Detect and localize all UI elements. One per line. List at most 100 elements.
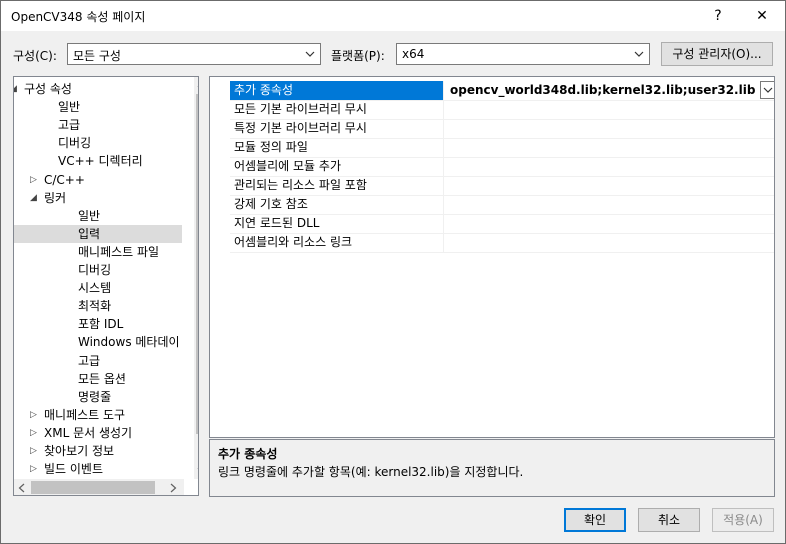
window-title: OpenCV348 속성 페이지: [11, 10, 146, 24]
property-row[interactable]: 어셈블리에 모듈 추가: [230, 157, 774, 177]
ok-button[interactable]: 확인: [564, 508, 626, 532]
tree-vertical-thumb[interactable]: [196, 94, 198, 434]
scroll-left-icon[interactable]: [17, 483, 27, 493]
property-value[interactable]: [446, 138, 756, 157]
tree-item[interactable]: 디버깅: [14, 134, 182, 152]
expand-icon[interactable]: ▷: [30, 424, 40, 442]
tree-item[interactable]: 시스템: [14, 279, 182, 297]
property-row[interactable]: 관리되는 리소스 파일 포함: [230, 176, 774, 196]
tree-item[interactable]: ▷ 빌드 이벤트: [14, 460, 182, 478]
property-value[interactable]: [446, 119, 756, 138]
expand-icon[interactable]: ▷: [30, 460, 40, 478]
tree-item[interactable]: 고급: [14, 352, 182, 370]
tree-item-label: 명령줄: [78, 389, 112, 404]
value-dropdown-button[interactable]: [760, 81, 774, 99]
platform-value: x64: [402, 47, 425, 61]
property-name: 관리되는 리소스 파일 포함: [230, 176, 444, 195]
config-manager-button[interactable]: 구성 관리자(O)...: [661, 42, 773, 66]
tree-item-label: 입력: [78, 226, 101, 241]
tree-item[interactable]: ▷ C/C++: [14, 171, 182, 189]
scroll-right-icon[interactable]: [168, 483, 178, 493]
property-name: 특정 기본 라이브러리 무시: [230, 119, 444, 138]
property-value[interactable]: [446, 157, 756, 176]
description-title: 추가 종속성: [218, 447, 278, 461]
property-pages-window: OpenCV348 속성 페이지 ? ✕ 구성(C): 모든 구성 플랫폼(P)…: [0, 0, 786, 544]
title-bar: OpenCV348 속성 페이지 ? ✕: [1, 1, 785, 31]
tree-item[interactable]: 모든 옵션: [14, 370, 182, 388]
chevron-down-icon: [305, 51, 315, 57]
chevron-down-icon: [763, 87, 773, 93]
tree-item[interactable]: Windows 메타데이: [14, 333, 182, 351]
tree-item[interactable]: ▷ 매니페스트 도구: [14, 406, 182, 424]
tree-item[interactable]: VC++ 디렉터리: [14, 152, 182, 170]
property-value[interactable]: [446, 195, 756, 214]
property-row[interactable]: 추가 종속성 opencv_world348d.lib;kernel32.lib;…: [230, 81, 774, 101]
property-value[interactable]: [446, 100, 756, 119]
tree-item-label: 고급: [78, 353, 101, 368]
config-value: 모든 구성: [73, 49, 121, 63]
tree-item[interactable]: 일반: [14, 98, 182, 116]
property-row[interactable]: 지연 로드된 DLL: [230, 214, 774, 234]
tree-item-label: 매니페스트 도구: [44, 407, 126, 422]
tree-vertical-scrollbar[interactable]: [194, 77, 199, 479]
expand-icon[interactable]: ▷: [30, 442, 40, 460]
property-row[interactable]: 어셈블리와 리소스 링크: [230, 233, 774, 253]
tree-item-label: 시스템: [78, 281, 112, 296]
scroll-up-icon[interactable]: [197, 80, 199, 90]
tree-item-label: 모든 옵션: [78, 371, 126, 386]
tree-horizontal-thumb[interactable]: [31, 481, 155, 494]
property-name: 모든 기본 라이브러리 무시: [230, 100, 444, 119]
expand-icon[interactable]: ▷: [30, 406, 40, 424]
tree-item[interactable]: 입력: [14, 224, 182, 243]
collapse-icon[interactable]: ◢: [14, 80, 20, 98]
tree-item[interactable]: 포함 IDL: [14, 315, 182, 333]
config-combo[interactable]: 모든 구성: [67, 43, 321, 65]
property-grid[interactable]: 추가 종속성 opencv_world348d.lib;kernel32.lib;…: [209, 76, 775, 438]
tree-item[interactable]: ▷ 찾아보기 정보: [14, 442, 182, 460]
property-name: 어셈블리에 모듈 추가: [230, 157, 444, 176]
platform-combo[interactable]: x64: [396, 43, 650, 65]
description-text: 링크 명령줄에 추가할 항목(예: kernel32.lib)을 지정합니다.: [218, 465, 524, 479]
tree-item-label: 고급: [58, 118, 81, 133]
tree-item-label: 디버깅: [78, 263, 112, 277]
tree-item-label: 빌드 이벤트: [44, 462, 104, 477]
tree-item[interactable]: 명령줄: [14, 388, 182, 406]
tree-item-label: 일반: [58, 100, 81, 115]
property-row[interactable]: 특정 기본 라이브러리 무시: [230, 119, 774, 139]
tree-item-label: 매니페스트 파일: [78, 244, 160, 259]
tree-item-label: 포함 IDL: [78, 317, 124, 332]
property-value[interactable]: opencv_world348d.lib;kernel32.lib;user32…: [446, 81, 756, 100]
chevron-down-icon: [634, 51, 644, 57]
tree-item[interactable]: 일반: [14, 207, 182, 225]
tree-item[interactable]: ◢ 구성 속성: [14, 80, 182, 98]
scroll-down-icon[interactable]: [197, 465, 199, 475]
tree-item[interactable]: 디버깅: [14, 261, 182, 279]
tree-item-label: 구성 속성: [24, 82, 72, 96]
property-row[interactable]: 모든 기본 라이브러리 무시: [230, 100, 774, 120]
help-button[interactable]: ?: [696, 1, 740, 31]
cancel-button[interactable]: 취소: [638, 508, 700, 532]
tree-item-label: 링커: [44, 190, 67, 205]
property-name: 모듈 정의 파일: [230, 138, 444, 157]
expand-icon[interactable]: ▷: [30, 171, 40, 189]
tree-item-label: Windows 메타데이: [78, 335, 180, 350]
apply-button[interactable]: 적용(A): [712, 508, 774, 532]
tree-item[interactable]: 고급: [14, 116, 182, 134]
tree-item[interactable]: 최적화: [14, 297, 182, 315]
tree-item-label: 최적화: [78, 299, 112, 314]
property-value[interactable]: [446, 214, 756, 233]
property-value[interactable]: [446, 233, 756, 252]
description-panel: 추가 종속성 링크 명령줄에 추가할 항목(예: kernel32.lib)을 …: [209, 439, 775, 497]
property-value[interactable]: [446, 176, 756, 195]
close-button[interactable]: ✕: [740, 1, 784, 31]
collapse-icon[interactable]: ◢: [30, 189, 40, 207]
property-tree[interactable]: ◢구성 속성일반고급디버깅VC++ 디렉터리▷C/C++◢링커일반입력매니페스트…: [13, 76, 199, 496]
tree-item[interactable]: ◢ 링커: [14, 189, 182, 207]
tree-item-label: VC++ 디렉터리: [58, 154, 143, 169]
tree-horizontal-scrollbar[interactable]: [14, 479, 184, 495]
tree-item[interactable]: 매니페스트 파일: [14, 243, 182, 261]
tree-item[interactable]: ▷ XML 문서 생성기: [14, 424, 182, 442]
property-name: 어셈블리와 리소스 링크: [230, 233, 444, 252]
property-row[interactable]: 모듈 정의 파일: [230, 138, 774, 158]
property-row[interactable]: 강제 기호 참조: [230, 195, 774, 215]
